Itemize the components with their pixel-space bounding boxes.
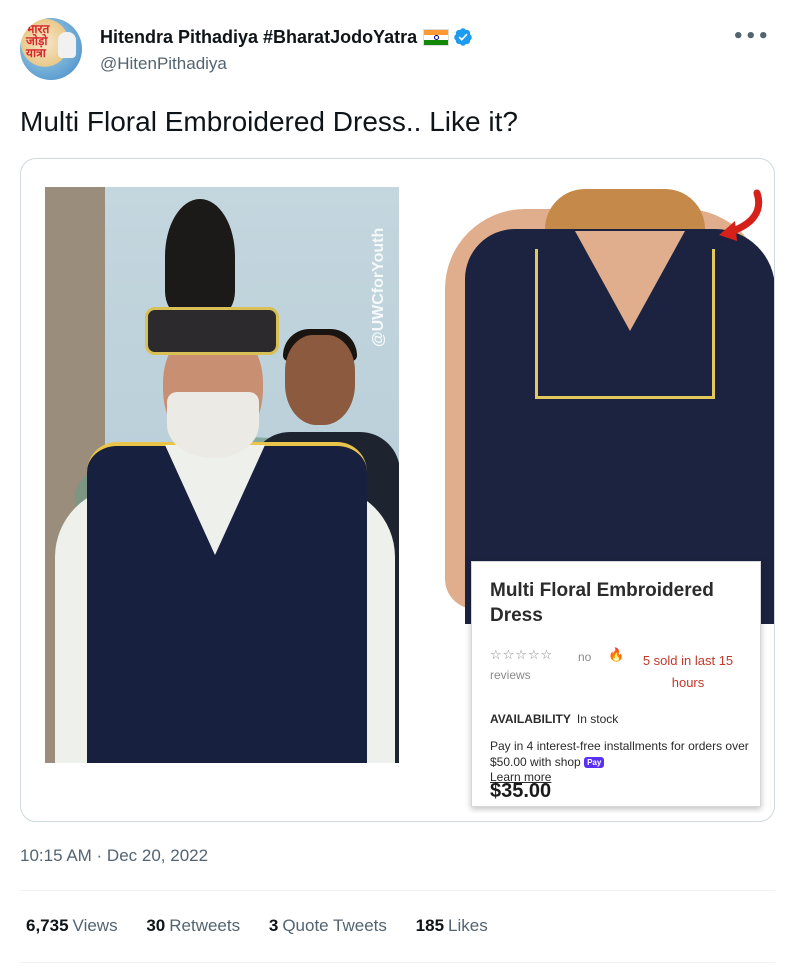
stat-quote-tweets[interactable]: 3 Quote Tweets [269, 916, 387, 936]
watermark: @UWCforYouth [370, 227, 387, 347]
hat [145, 307, 279, 355]
guard-head [285, 335, 355, 425]
divider-bottom [20, 962, 775, 963]
tweet-stats: 6,735 Views 30 Retweets 3 Quote Tweets 185 L… [26, 916, 512, 940]
photo-right[interactable]: Multi Floral Embroidered Dress no review… [425, 189, 774, 813]
retweets-count: 30 [146, 916, 166, 935]
dress-yoke [535, 249, 715, 399]
beard [167, 392, 259, 458]
hair [545, 189, 705, 229]
views-label: Views [72, 916, 118, 935]
fire-icon: 🔥 [608, 648, 625, 663]
india-flag-icon [423, 29, 450, 46]
availability-label: AVAILABILITY [490, 712, 571, 726]
stat-likes[interactable]: 185 Likes [416, 916, 488, 936]
likes-label: Likes [448, 916, 488, 935]
user-name-row[interactable]: Hitendra Pithadiya #BharatJodoYatra [100, 27, 473, 48]
availability: AVAILABILITY In stock [490, 712, 618, 726]
divider-top [20, 890, 775, 891]
availability-value: In stock [576, 712, 619, 726]
red-arrow-icon [719, 189, 762, 241]
rating-stars-icon: ☆☆☆☆☆ [490, 648, 554, 663]
installments-copy: Pay in 4 interest-free installments for … [490, 739, 749, 769]
rating-row: no reviews ☆☆☆☆☆ 🔥 5 sold in last 15 hou… [490, 648, 750, 690]
tweet-header: भारत जोड़ो यात्रा Hitendra Pithadiya #Bh… [20, 18, 770, 84]
product-price: $35.00 [490, 780, 552, 802]
likes-count: 185 [415, 916, 445, 935]
user-display-name[interactable]: Hitendra Pithadiya #BharatJodoYatra [100, 27, 417, 47]
retweets-label: Retweets [169, 916, 241, 935]
tweet-text: Multi Floral Embroidered Dress.. Like it… [20, 106, 518, 137]
quote-tweets-label: Quote Tweets [282, 916, 387, 935]
photo-left[interactable]: @UWCforYouth [45, 187, 399, 763]
stat-retweets[interactable]: 30 Retweets [146, 916, 240, 936]
views-count: 6,735 [26, 916, 69, 935]
product-card: Multi Floral Embroidered Dress no review… [471, 561, 761, 807]
verified-icon [454, 28, 472, 46]
more-icon[interactable]: ••• [732, 26, 770, 47]
vest-neckline [165, 445, 265, 555]
feather-headdress [165, 199, 235, 314]
shop-pay-badge: Pay [584, 757, 605, 768]
installments-text: Pay in 4 interest-free installments for … [490, 738, 750, 770]
tweet-timestamp[interactable]: 10:15 AM · Dec 20, 2022 [20, 846, 208, 866]
quote-tweets-count: 3 [268, 916, 279, 935]
sold-count: 5 sold in last 15 hours [642, 653, 734, 690]
tweet-media[interactable]: @UWCforYouth Multi Floral Embroidered Dr… [20, 158, 775, 822]
product-title: Multi Floral Embroidered Dress [490, 580, 714, 626]
stat-views[interactable]: 6,735 Views [26, 916, 118, 936]
user-handle[interactable]: @HitenPithadiya [100, 54, 227, 74]
avatar-figure [58, 32, 76, 58]
avatar[interactable]: भारत जोड़ो यात्रा [20, 18, 82, 80]
